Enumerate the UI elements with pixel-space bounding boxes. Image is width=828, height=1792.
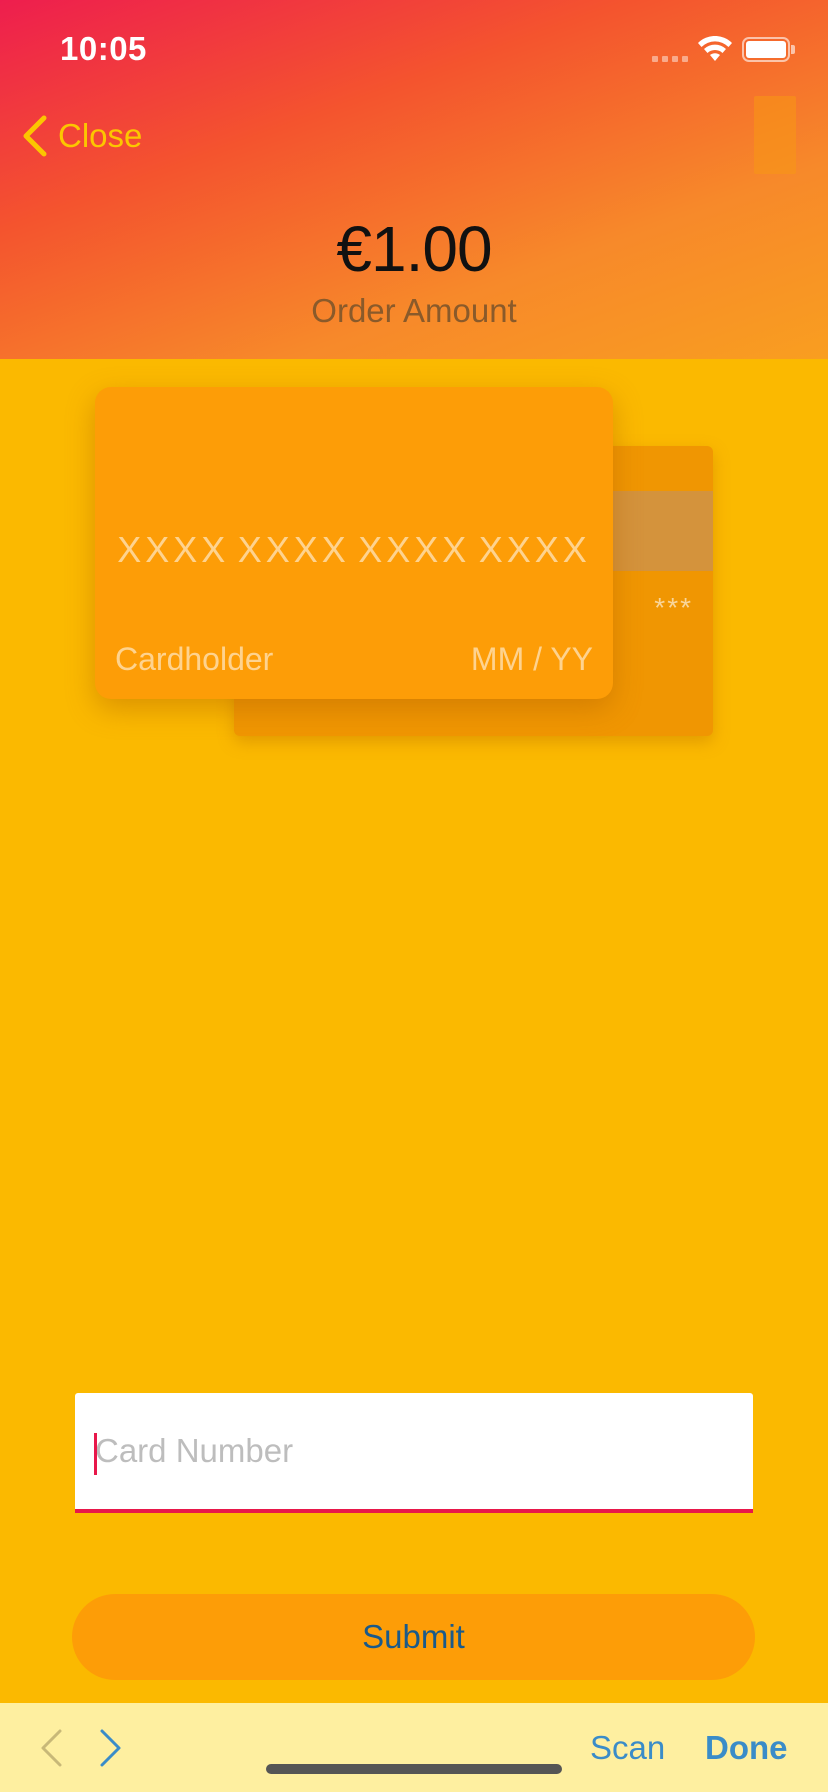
close-button[interactable]: Close: [20, 112, 142, 160]
card-cvv-placeholder: ***: [654, 592, 693, 623]
submit-button[interactable]: Submit: [72, 1594, 755, 1680]
home-indicator: [266, 1764, 562, 1774]
card-front-preview: XXXX XXXX XXXX XXXX Cardholder MM / YY: [95, 387, 613, 699]
signal-icon: [652, 52, 690, 62]
status-time: 10:05: [60, 30, 147, 67]
card-number-field[interactable]: [75, 1393, 753, 1513]
done-button[interactable]: Done: [705, 1729, 788, 1767]
scan-button[interactable]: Scan: [590, 1729, 665, 1767]
header: 10:05 Close €1.00 Order Amount: [0, 0, 828, 359]
order-amount-label: Order Amount: [311, 292, 517, 329]
previous-arrow-icon[interactable]: [38, 1727, 64, 1769]
battery-icon: [742, 37, 795, 62]
card-number-preview: XXXX XXXX XXXX XXXX: [95, 529, 613, 571]
card-number-group: XXXX: [478, 529, 591, 570]
order-amount: €1.00: [336, 213, 492, 285]
card-number-group: XXXX: [358, 529, 471, 570]
header-action-button[interactable]: [754, 96, 796, 174]
card-number-group: XXXX: [117, 529, 230, 570]
expiry-placeholder: MM / YY: [470, 641, 593, 677]
next-arrow-icon[interactable]: [98, 1727, 124, 1769]
cardholder-placeholder: Cardholder: [115, 641, 274, 677]
card-number-group: XXXX: [237, 529, 350, 570]
keyboard-toolbar: Scan Done: [0, 1703, 828, 1792]
payment-screen: 10:05 Close €1.00 Order Amount *** XXXX …: [0, 0, 828, 1792]
card-number-input[interactable]: [75, 1393, 753, 1509]
wifi-icon: [698, 36, 732, 61]
status-bar: 10:05: [0, 0, 828, 100]
text-caret: [94, 1433, 97, 1475]
close-label: Close: [58, 117, 143, 154]
chevron-left-icon: [23, 115, 47, 157]
